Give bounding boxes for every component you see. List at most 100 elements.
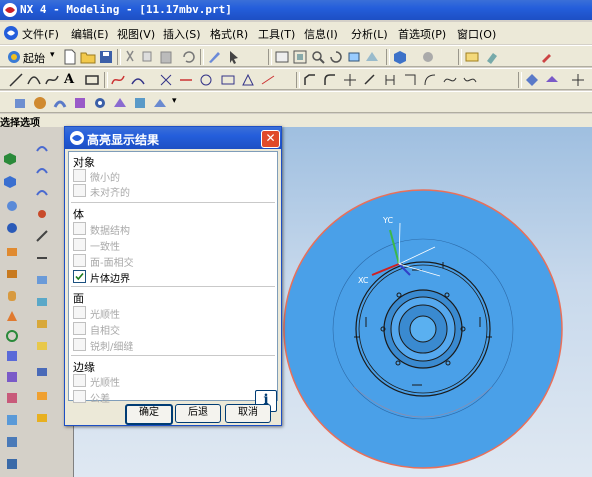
- block-icon[interactable]: [5, 267, 19, 281]
- cube-icon[interactable]: [3, 152, 17, 166]
- blend-icon[interactable]: [72, 95, 88, 111]
- chamfer-feature-icon[interactable]: [152, 95, 168, 111]
- paste-icon[interactable]: [158, 49, 174, 65]
- view-orient-icon[interactable]: [364, 49, 380, 65]
- dialog-title-bar[interactable]: 高亮显示结果 ✕: [65, 127, 281, 149]
- face-icon[interactable]: [35, 339, 49, 353]
- curve-icon[interactable]: [35, 141, 49, 155]
- menu-file[interactable]: 文件(F): [22, 26, 59, 42]
- torus-icon[interactable]: [5, 329, 19, 343]
- menu-format[interactable]: 格式(R): [210, 26, 248, 42]
- face-icon[interactable]: [35, 365, 49, 379]
- pan-icon[interactable]: [346, 49, 362, 65]
- pattern-icon[interactable]: [132, 95, 148, 111]
- cone-icon[interactable]: [5, 309, 19, 323]
- paint-icon[interactable]: [484, 49, 500, 65]
- text-tool-icon[interactable]: A: [64, 72, 74, 87]
- menu-info[interactable]: 信息(I): [304, 26, 338, 42]
- feature-icon[interactable]: [5, 391, 19, 405]
- rectangle-icon[interactable]: [84, 72, 100, 88]
- zoom-icon[interactable]: [310, 49, 326, 65]
- new-file-icon[interactable]: [62, 49, 78, 65]
- save-icon[interactable]: [98, 49, 114, 65]
- bridge-curve-icon[interactable]: [130, 72, 146, 88]
- edit-spline-icon[interactable]: [462, 72, 478, 88]
- intersect-curve-icon[interactable]: [198, 72, 214, 88]
- cylinder-icon[interactable]: [5, 289, 19, 303]
- fillet-curve-icon[interactable]: [322, 72, 338, 88]
- spline-icon[interactable]: [44, 72, 60, 88]
- sweep-icon[interactable]: [52, 95, 68, 111]
- face-icon[interactable]: [35, 295, 49, 309]
- back-button[interactable]: 后退: [175, 404, 221, 423]
- face-icon[interactable]: [35, 317, 49, 331]
- close-icon[interactable]: ✕: [261, 130, 280, 148]
- revolve-icon[interactable]: [32, 95, 48, 111]
- line-icon[interactable]: [35, 229, 49, 243]
- trim-curve-icon[interactable]: [260, 72, 276, 88]
- menu-edit[interactable]: 编辑(E): [71, 26, 109, 42]
- sphere-icon[interactable]: [5, 199, 19, 213]
- hole-icon[interactable]: [92, 95, 108, 111]
- menu-tools[interactable]: 工具(T): [258, 26, 295, 42]
- chamfer-icon[interactable]: [302, 72, 318, 88]
- palette-icon[interactable]: [464, 49, 480, 65]
- stretch-icon[interactable]: [342, 72, 358, 88]
- shade-mode-icon[interactable]: [420, 49, 436, 65]
- select-icon[interactable]: [226, 49, 242, 65]
- combine-curve-icon[interactable]: [178, 72, 194, 88]
- extract-curve-icon[interactable]: [240, 72, 256, 88]
- arc-icon[interactable]: [26, 72, 42, 88]
- edit-arc-icon[interactable]: [422, 72, 438, 88]
- shell-icon[interactable]: [112, 95, 128, 111]
- ok-button[interactable]: 确定: [125, 404, 173, 425]
- undo-icon[interactable]: [180, 49, 196, 65]
- chevron-down-icon[interactable]: ▾: [50, 50, 55, 60]
- cancel-button[interactable]: 取消: [225, 404, 271, 423]
- tool-icon[interactable]: [538, 49, 554, 65]
- feature-icon[interactable]: [5, 435, 19, 449]
- chevron-down-icon[interactable]: ▾: [172, 96, 177, 106]
- face-icon[interactable]: [35, 273, 49, 287]
- cube-icon[interactable]: [3, 175, 17, 189]
- menu-analysis[interactable]: 分析(L): [351, 26, 388, 42]
- block-icon[interactable]: [5, 245, 19, 259]
- fit-view-icon[interactable]: [292, 49, 308, 65]
- window-title-bar[interactable]: NX 4 - Modeling - [11.17mbv.prt]: [0, 0, 592, 20]
- datum-icon[interactable]: [570, 72, 586, 88]
- nx-menu-icon[interactable]: [3, 25, 19, 41]
- trim-icon[interactable]: [35, 251, 49, 265]
- feature-icon[interactable]: [5, 457, 19, 471]
- extrude-icon[interactable]: [12, 95, 28, 111]
- sphere-icon[interactable]: [5, 221, 19, 235]
- layer-icon[interactable]: [274, 49, 290, 65]
- menu-preferences[interactable]: 首选项(P): [398, 26, 446, 42]
- cut-icon[interactable]: [122, 49, 138, 65]
- start-button[interactable]: 起始: [23, 50, 45, 66]
- edit-param-icon[interactable]: [382, 72, 398, 88]
- project-curve-icon[interactable]: [158, 72, 174, 88]
- face-icon[interactable]: [35, 411, 49, 425]
- smooth-spline-icon[interactable]: [442, 72, 458, 88]
- feature-icon[interactable]: [5, 413, 19, 427]
- menu-window[interactable]: 窗口(O): [457, 26, 496, 42]
- curve-icon[interactable]: [35, 163, 49, 177]
- curve-length-icon[interactable]: [402, 72, 418, 88]
- menu-view[interactable]: 视图(V): [117, 26, 155, 42]
- gear-icon[interactable]: [35, 207, 49, 221]
- curve-icon[interactable]: [35, 185, 49, 199]
- menu-insert[interactable]: 插入(S): [163, 26, 201, 42]
- shade-cube-icon[interactable]: [392, 49, 408, 65]
- edit-curve-icon[interactable]: [362, 72, 378, 88]
- open-folder-icon[interactable]: [80, 49, 96, 65]
- offset-curve-icon[interactable]: [110, 72, 126, 88]
- feature-icon[interactable]: [5, 349, 19, 363]
- point-set-icon[interactable]: [524, 72, 540, 88]
- rotate-icon[interactable]: [328, 49, 344, 65]
- copy-icon[interactable]: [140, 49, 156, 65]
- plane-icon[interactable]: [544, 72, 560, 88]
- feature-icon[interactable]: [5, 370, 19, 384]
- edit-icon[interactable]: [206, 49, 222, 65]
- section-curve-icon[interactable]: [220, 72, 236, 88]
- face-icon[interactable]: [35, 389, 49, 403]
